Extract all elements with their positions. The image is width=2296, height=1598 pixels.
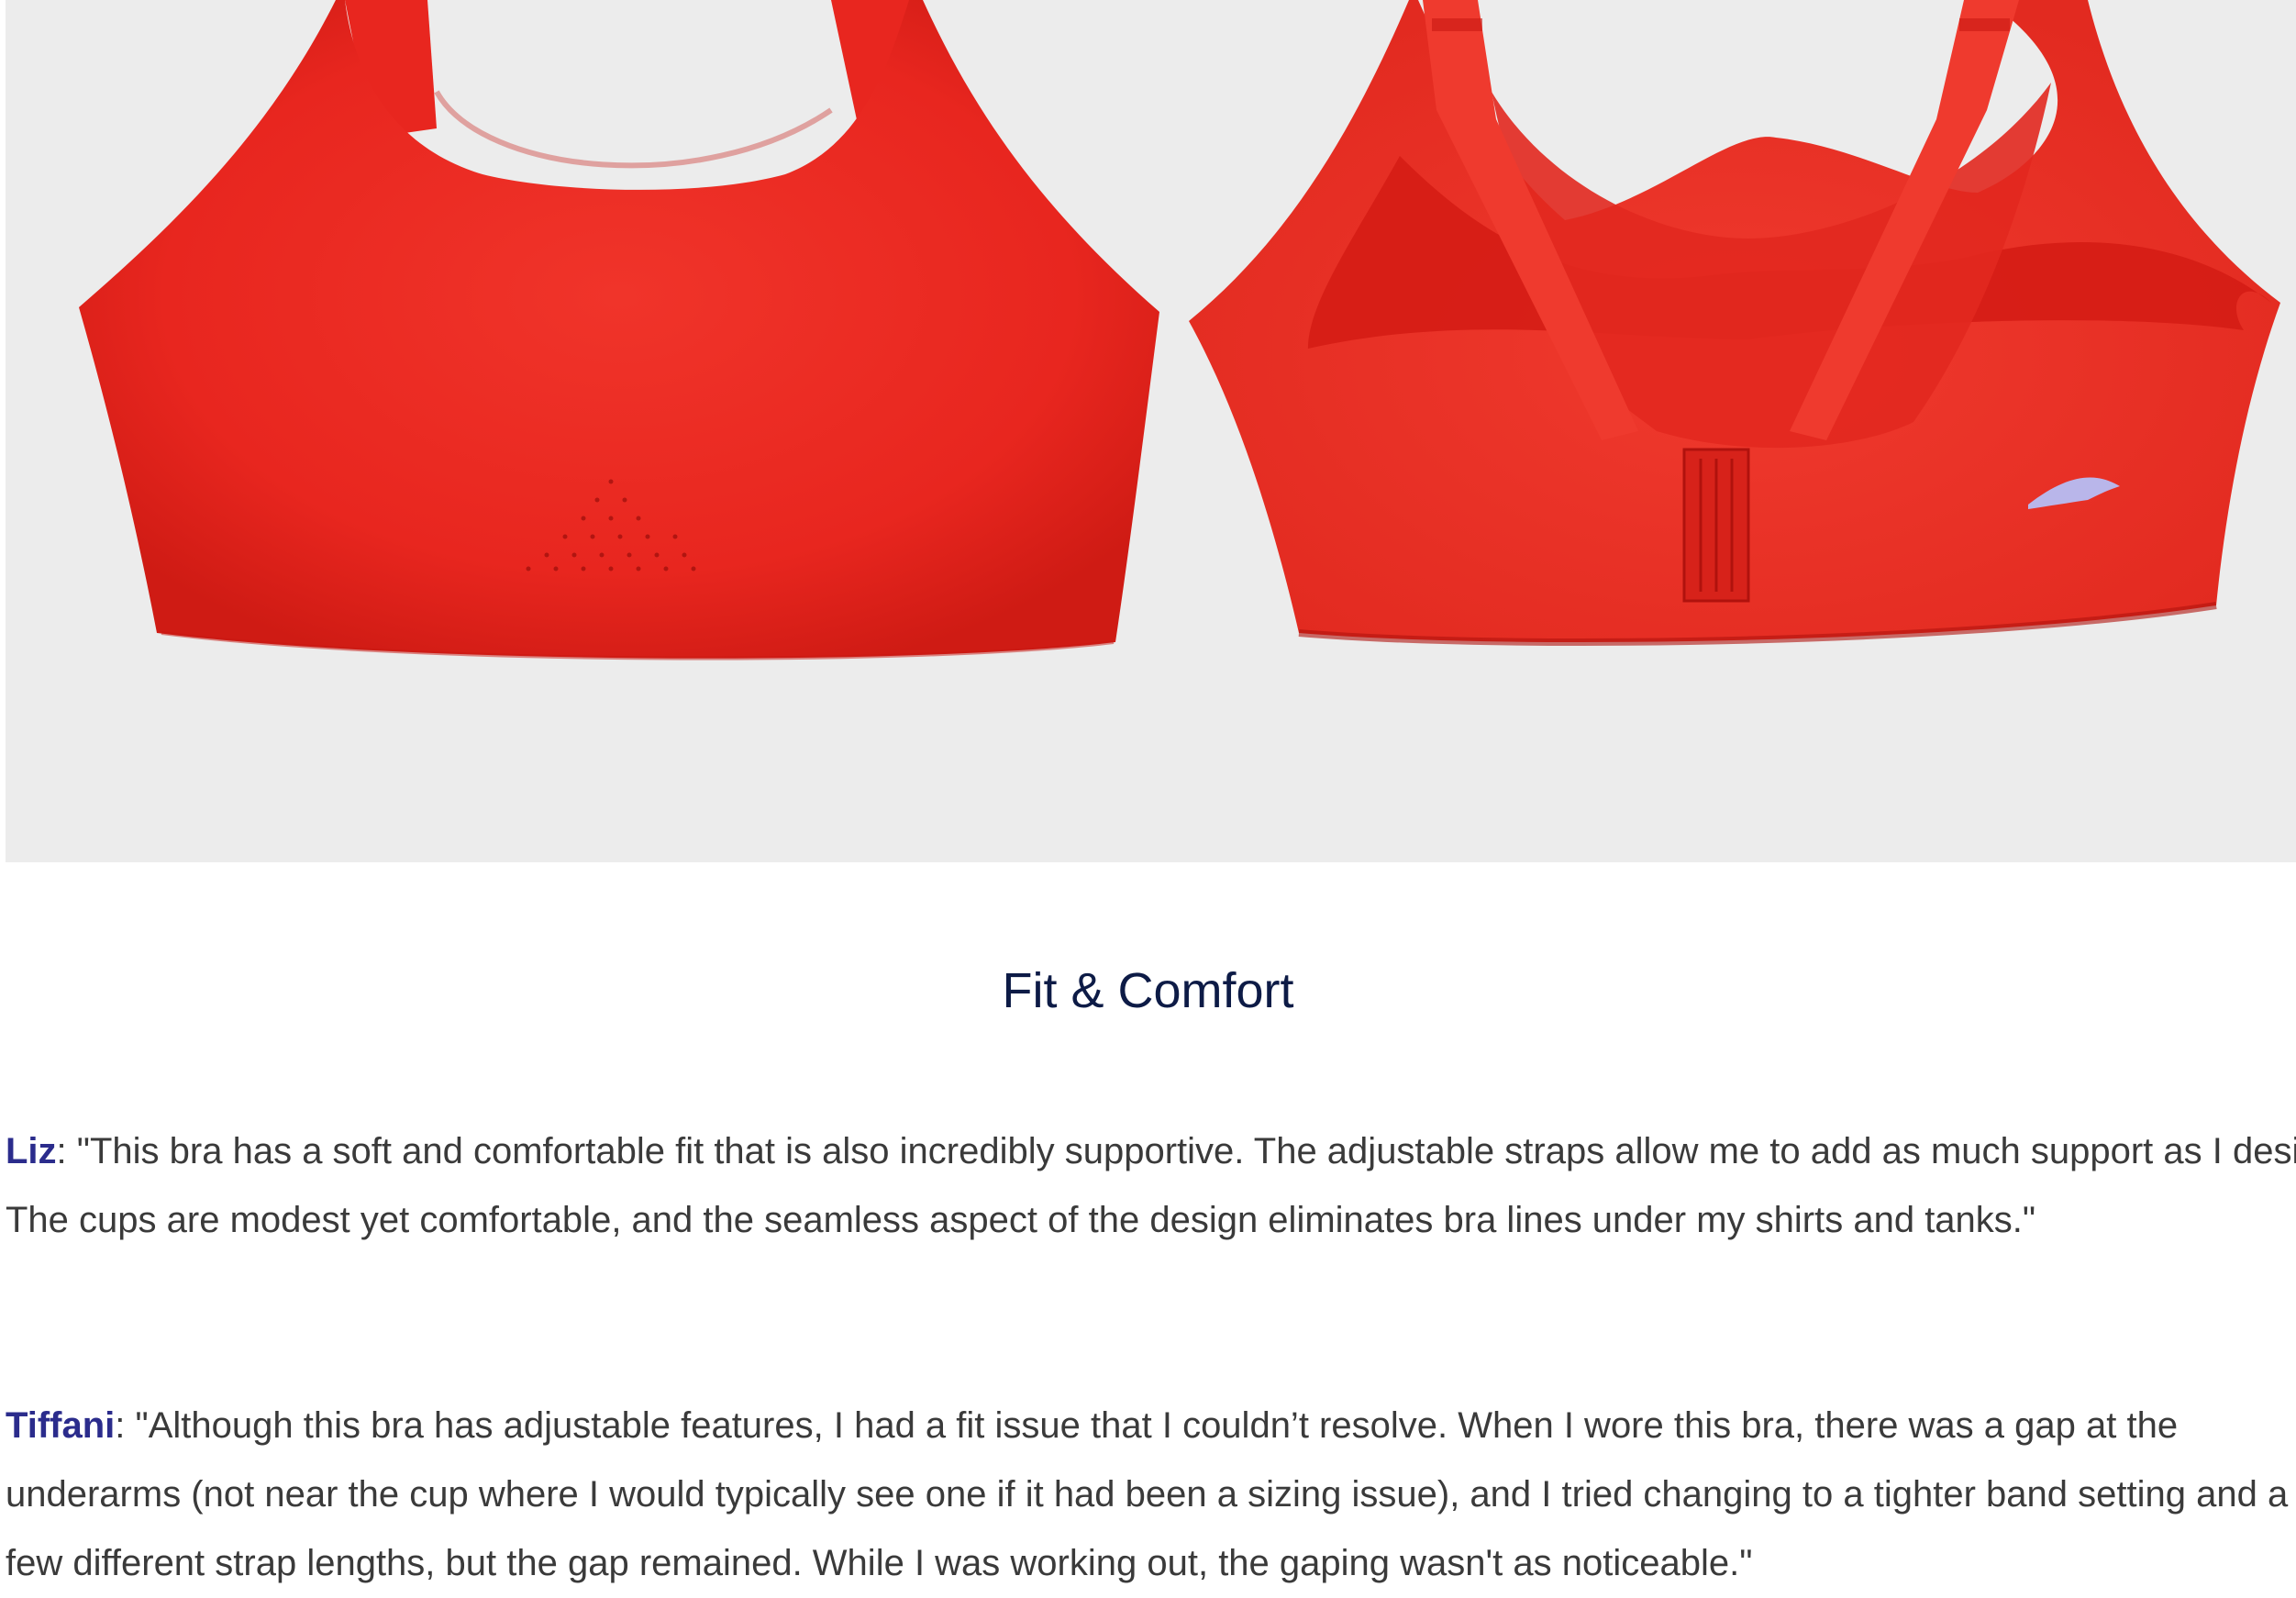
review-item: Liz: "This bra has a soft and comfortabl… <box>6 1117 2296 1255</box>
product-image <box>6 0 2296 862</box>
review-item: Tiffani: "Although this bra has adjustab… <box>6 1392 2296 1598</box>
review-text: "This bra has a soft and comfortable fit… <box>6 1131 2296 1240</box>
reviewer-name: Liz <box>6 1131 57 1171</box>
bra-back-view <box>1189 0 2280 646</box>
review-separator: : <box>115 1405 136 1446</box>
reviewer-name: Tiffani <box>6 1405 116 1446</box>
bra-front-view <box>79 0 1159 660</box>
review-separator: : <box>56 1131 77 1171</box>
section-title: Fit & Comfort <box>1002 963 1294 1018</box>
sports-bra-illustration <box>79 0 2280 660</box>
